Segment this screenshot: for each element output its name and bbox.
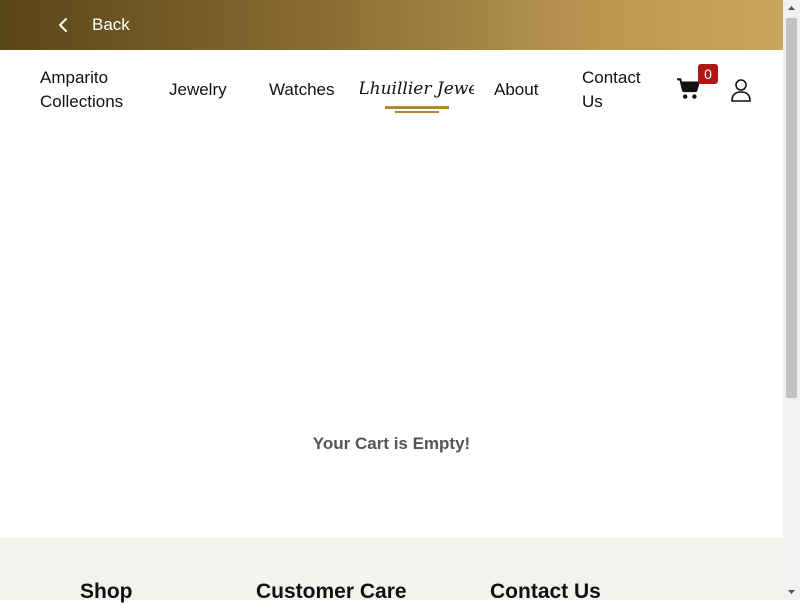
nav-item-jewelry[interactable]: Jewelry: [169, 78, 227, 102]
footer-heading-shop: Shop: [80, 580, 133, 603]
svg-text:M V Lhuillier Jewellers: M V Lhuillier Jewellers: [360, 79, 474, 99]
scroll-down-arrow-icon[interactable]: [783, 583, 800, 600]
scrollbar-thumb[interactable]: [786, 18, 797, 398]
nav-item-watches[interactable]: Watches: [269, 78, 335, 102]
nav-item-about[interactable]: About: [494, 78, 538, 102]
empty-cart-message: Your Cart is Empty!: [312, 434, 471, 453]
nav-item-contact-us[interactable]: Contact Us: [582, 66, 654, 114]
nav-item-amparito-collections[interactable]: Amparito Collections: [40, 66, 150, 114]
back-label: Back: [92, 15, 130, 34]
user-icon[interactable]: [730, 78, 752, 102]
chevron-left-icon: [56, 17, 72, 33]
footer-heading-customer-care: Customer Care: [256, 580, 407, 603]
footer: Shop Customer Care Contact Us: [0, 538, 783, 603]
cart-count-badge: 0: [698, 64, 718, 84]
back-button[interactable]: Back: [56, 0, 130, 50]
top-bar: Back: [0, 0, 783, 50]
scroll-up-arrow-icon[interactable]: [783, 0, 800, 17]
brand-logo[interactable]: M V Lhuillier Jewellers: [317, 72, 516, 120]
footer-heading-contact-us: Contact Us: [490, 580, 601, 603]
main-nav: Amparito Collections Jewelry Watches M V…: [0, 50, 783, 130]
vertical-scrollbar[interactable]: [783, 0, 800, 600]
